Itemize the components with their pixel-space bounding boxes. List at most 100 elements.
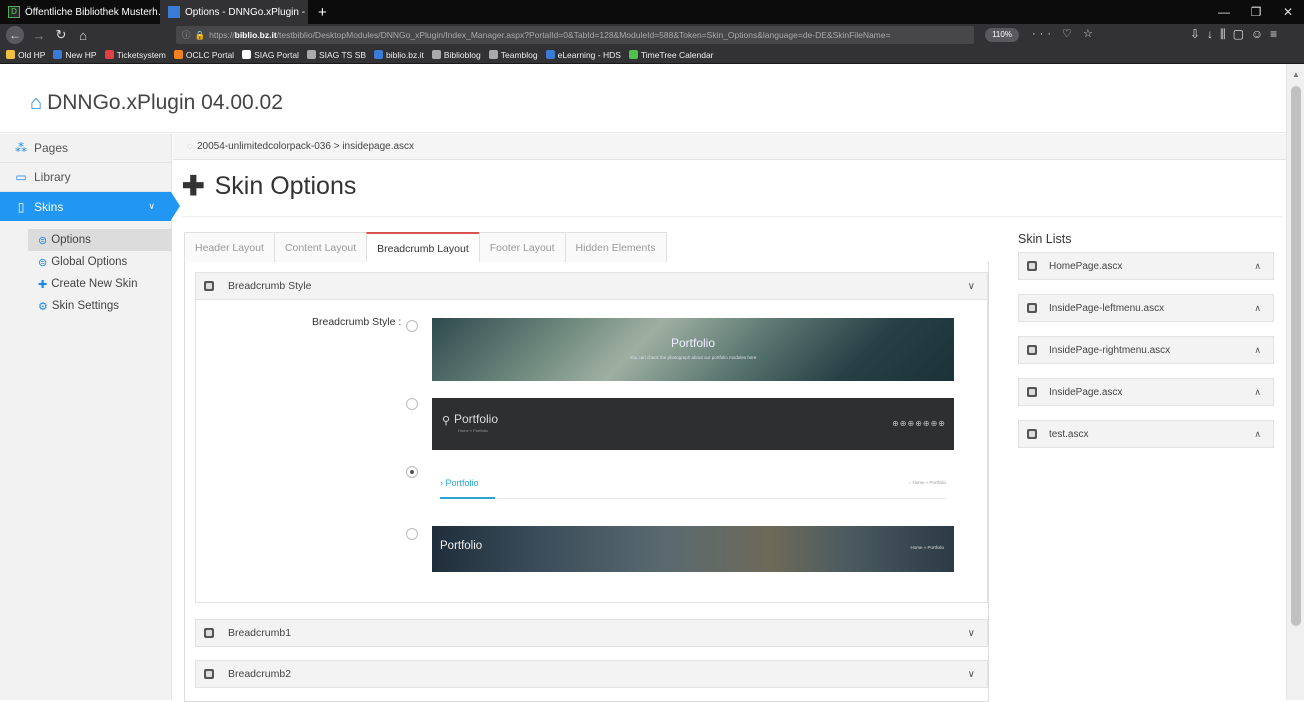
submenu-item-skin-settings[interactable]: ⚙ Skin Settings bbox=[0, 295, 171, 317]
scrollbar-thumb[interactable] bbox=[1291, 86, 1301, 626]
breadcrumb-style-preview-3[interactable]: › Portfolio ⌂ Home » Portfolio bbox=[432, 462, 954, 510]
toolbar-icons[interactable]: ⇩↓⫼▢☺≡ bbox=[1190, 27, 1284, 42]
browser-nav-bar: ← → ↻ ⌂ ⓘ 🔒 https:// biblio.bz.it /testb… bbox=[0, 24, 1304, 46]
bookmark-favicon-icon bbox=[104, 50, 114, 59]
skin-list-item-label: InsidePage-leftmenu.ascx bbox=[1049, 302, 1165, 314]
breadcrumb2-panel-header[interactable]: Breadcrumb2 ∨ bbox=[195, 660, 988, 688]
bookmarks-bar: Old HP New HP Ticketsystem OCLC Portal SIAG … bbox=[0, 46, 1304, 64]
breadcrumb-style-preview-1[interactable]: Portfolio You can check the photograph a… bbox=[432, 318, 954, 381]
zoom-indicator[interactable]: 110% bbox=[985, 28, 1019, 42]
browser-tab-options[interactable]: Options - DNNGo.xPlugin - xP… ✕ bbox=[160, 0, 308, 24]
breadcrumb-style-radio-3[interactable] bbox=[406, 466, 418, 478]
browser-tab-library[interactable]: D Öffentliche Bibliothek Musterh… ✕ bbox=[0, 0, 160, 24]
close-window-button[interactable]: ✕ bbox=[1272, 5, 1304, 19]
preview-title: Portfolio bbox=[670, 336, 716, 350]
divider bbox=[440, 498, 946, 499]
app-title[interactable]: ⌂ DNNGo.xPlugin 04.00.02 bbox=[30, 91, 283, 115]
info-icon[interactable]: ⓘ bbox=[182, 29, 191, 41]
edit-icon bbox=[204, 281, 214, 291]
bookmark-item[interactable]: OCLC Portal bbox=[173, 50, 234, 60]
edit-icon bbox=[1027, 303, 1037, 313]
preview-subtitle: Home » Portfolio bbox=[458, 428, 488, 433]
breadcrumb-style-preview-4[interactable]: Portfolio Home » Portfolio bbox=[432, 526, 954, 572]
tab-content-layout[interactable]: Content Layout bbox=[273, 232, 368, 262]
preview-title: Portfolio bbox=[454, 412, 499, 426]
tab-hidden-elements[interactable]: Hidden Elements bbox=[564, 232, 667, 262]
reload-icon[interactable]: ↻ bbox=[50, 27, 72, 43]
image-icon: ▭ bbox=[15, 170, 27, 184]
skin-lists: Skin Lists HomePage.ascx ∧ InsidePage-le… bbox=[1018, 232, 1274, 462]
sidebar: ⁂ Pages ▭ Library ▯ Skins ∨ ⊜ Options ⊜ … bbox=[0, 134, 180, 700]
sidebar-item-pages[interactable]: ⁂ Pages bbox=[0, 134, 171, 163]
breadcrumb-style-radio-2[interactable] bbox=[406, 398, 418, 410]
skin-list-item-label: InsidePage.ascx bbox=[1049, 386, 1123, 398]
skin-list-item[interactable]: InsidePage-rightmenu.ascx ∧ bbox=[1018, 336, 1274, 364]
chevron-up-icon[interactable]: ∧ bbox=[1254, 387, 1261, 398]
database-icon: ⊜ bbox=[38, 256, 48, 269]
url-bar[interactable]: ⓘ 🔒 https:// biblio.bz.it /testbiblio/De… bbox=[176, 26, 974, 44]
chevron-down-icon: ∨ bbox=[967, 280, 975, 292]
skin-list-item[interactable]: InsidePage-leftmenu.ascx ∧ bbox=[1018, 294, 1274, 322]
browser-tab-bar: D Öffentliche Bibliothek Musterh… ✕ Opti… bbox=[0, 0, 1304, 24]
bookmark-item[interactable]: biblio.bz.it bbox=[374, 50, 424, 60]
preview-subtitle: You can check the photograph about our p… bbox=[629, 355, 757, 360]
home-icon: ⌂ bbox=[30, 91, 43, 114]
edit-icon bbox=[1027, 429, 1037, 439]
bookmark-favicon-icon bbox=[53, 50, 63, 59]
leaf-icon: ◌ bbox=[187, 141, 193, 152]
chevron-up-icon[interactable]: ∧ bbox=[1254, 303, 1261, 314]
tab-header-layout[interactable]: Header Layout bbox=[184, 232, 275, 262]
plus-icon: ✚ bbox=[182, 171, 205, 201]
bookmark-item[interactable]: SIAG TS SB bbox=[306, 50, 366, 60]
bookmark-item[interactable]: Biblioblog bbox=[431, 50, 481, 60]
bookmark-item[interactable]: Teamblog bbox=[488, 49, 538, 60]
maximize-button[interactable]: ❐ bbox=[1240, 5, 1272, 19]
library-favicon-icon: D bbox=[8, 6, 20, 18]
edit-icon bbox=[1027, 261, 1037, 271]
tab-panel: Breadcrumb Style ∨ Breadcrumb Style : Po… bbox=[184, 262, 989, 702]
bookmark-favicon-icon bbox=[6, 50, 15, 59]
page-title-text: Skin Options bbox=[214, 172, 357, 200]
bookmark-label: eLearning - HDS bbox=[557, 49, 621, 60]
bookmark-item[interactable]: SIAG Portal bbox=[242, 50, 299, 60]
bookmark-item[interactable]: eLearning - HDS bbox=[545, 49, 621, 60]
bookmark-item[interactable]: New HP bbox=[53, 49, 97, 60]
chevron-up-icon[interactable]: ∧ bbox=[1254, 429, 1261, 440]
breadcrumb-style-panel-body: Breadcrumb Style : Portfolio You can che… bbox=[195, 300, 988, 603]
bookmark-item[interactable]: Old HP bbox=[6, 50, 45, 60]
page-actions-icons[interactable]: ··· ♡ ☆ bbox=[1032, 27, 1097, 40]
vertical-scrollbar[interactable]: ▲ bbox=[1286, 64, 1304, 700]
breadcrumb-style-radio-1[interactable] bbox=[406, 320, 418, 332]
sitemap-icon: ⁂ bbox=[15, 141, 27, 155]
tab-footer-layout[interactable]: Footer Layout bbox=[478, 232, 566, 262]
social-icons: ⊕⊕⊕⊕⊕⊕⊕ bbox=[892, 419, 946, 428]
minimize-button[interactable]: — bbox=[1208, 5, 1240, 19]
bookmark-item[interactable]: TimeTree Calendar bbox=[628, 50, 714, 60]
scroll-up-icon[interactable]: ▲ bbox=[1292, 70, 1300, 79]
tab-breadcrumb-layout[interactable]: Breadcrumb Layout bbox=[366, 232, 480, 263]
breadcrumb-style-preview-2[interactable]: ⚲ Portfolio Home » Portfolio ⊕⊕⊕⊕⊕⊕⊕ bbox=[432, 398, 954, 450]
submenu-item-global-options[interactable]: ⊜ Global Options bbox=[0, 251, 171, 273]
sidebar-item-skins[interactable]: ▯ Skins ∨ bbox=[0, 192, 180, 221]
skin-list-item-label: HomePage.ascx bbox=[1049, 260, 1123, 272]
skin-list-item[interactable]: HomePage.ascx ∧ bbox=[1018, 252, 1274, 280]
chevron-up-icon[interactable]: ∧ bbox=[1254, 261, 1261, 272]
chevron-up-icon[interactable]: ∧ bbox=[1254, 345, 1261, 356]
breadcrumb-style-radio-4[interactable] bbox=[406, 528, 418, 540]
bookmark-item[interactable]: Ticketsystem bbox=[104, 50, 166, 60]
breadcrumb-style-panel-header[interactable]: Breadcrumb Style ∨ bbox=[195, 272, 988, 300]
new-tab-button[interactable]: + bbox=[308, 4, 337, 21]
bookmark-label: New HP bbox=[65, 49, 97, 60]
back-arrow-icon[interactable]: ← bbox=[6, 26, 24, 44]
breadcrumb1-panel-header[interactable]: Breadcrumb1 ∨ bbox=[195, 619, 988, 647]
sidebar-item-library[interactable]: ▭ Library bbox=[0, 163, 171, 192]
skin-list-item[interactable]: InsidePage.ascx ∧ bbox=[1018, 378, 1274, 406]
bookmark-label: Old HP bbox=[18, 49, 46, 60]
submenu-item-create-new-skin[interactable]: ✚ Create New Skin bbox=[0, 273, 171, 295]
forward-arrow-icon[interactable]: → bbox=[28, 28, 50, 43]
chevron-down-icon: ∨ bbox=[967, 668, 975, 680]
submenu-item-options[interactable]: ⊜ Options bbox=[28, 229, 171, 251]
skin-list-item[interactable]: test.ascx ∧ bbox=[1018, 420, 1274, 448]
bookmark-label: Teamblog bbox=[500, 49, 538, 60]
home-icon[interactable]: ⌂ bbox=[72, 28, 94, 43]
